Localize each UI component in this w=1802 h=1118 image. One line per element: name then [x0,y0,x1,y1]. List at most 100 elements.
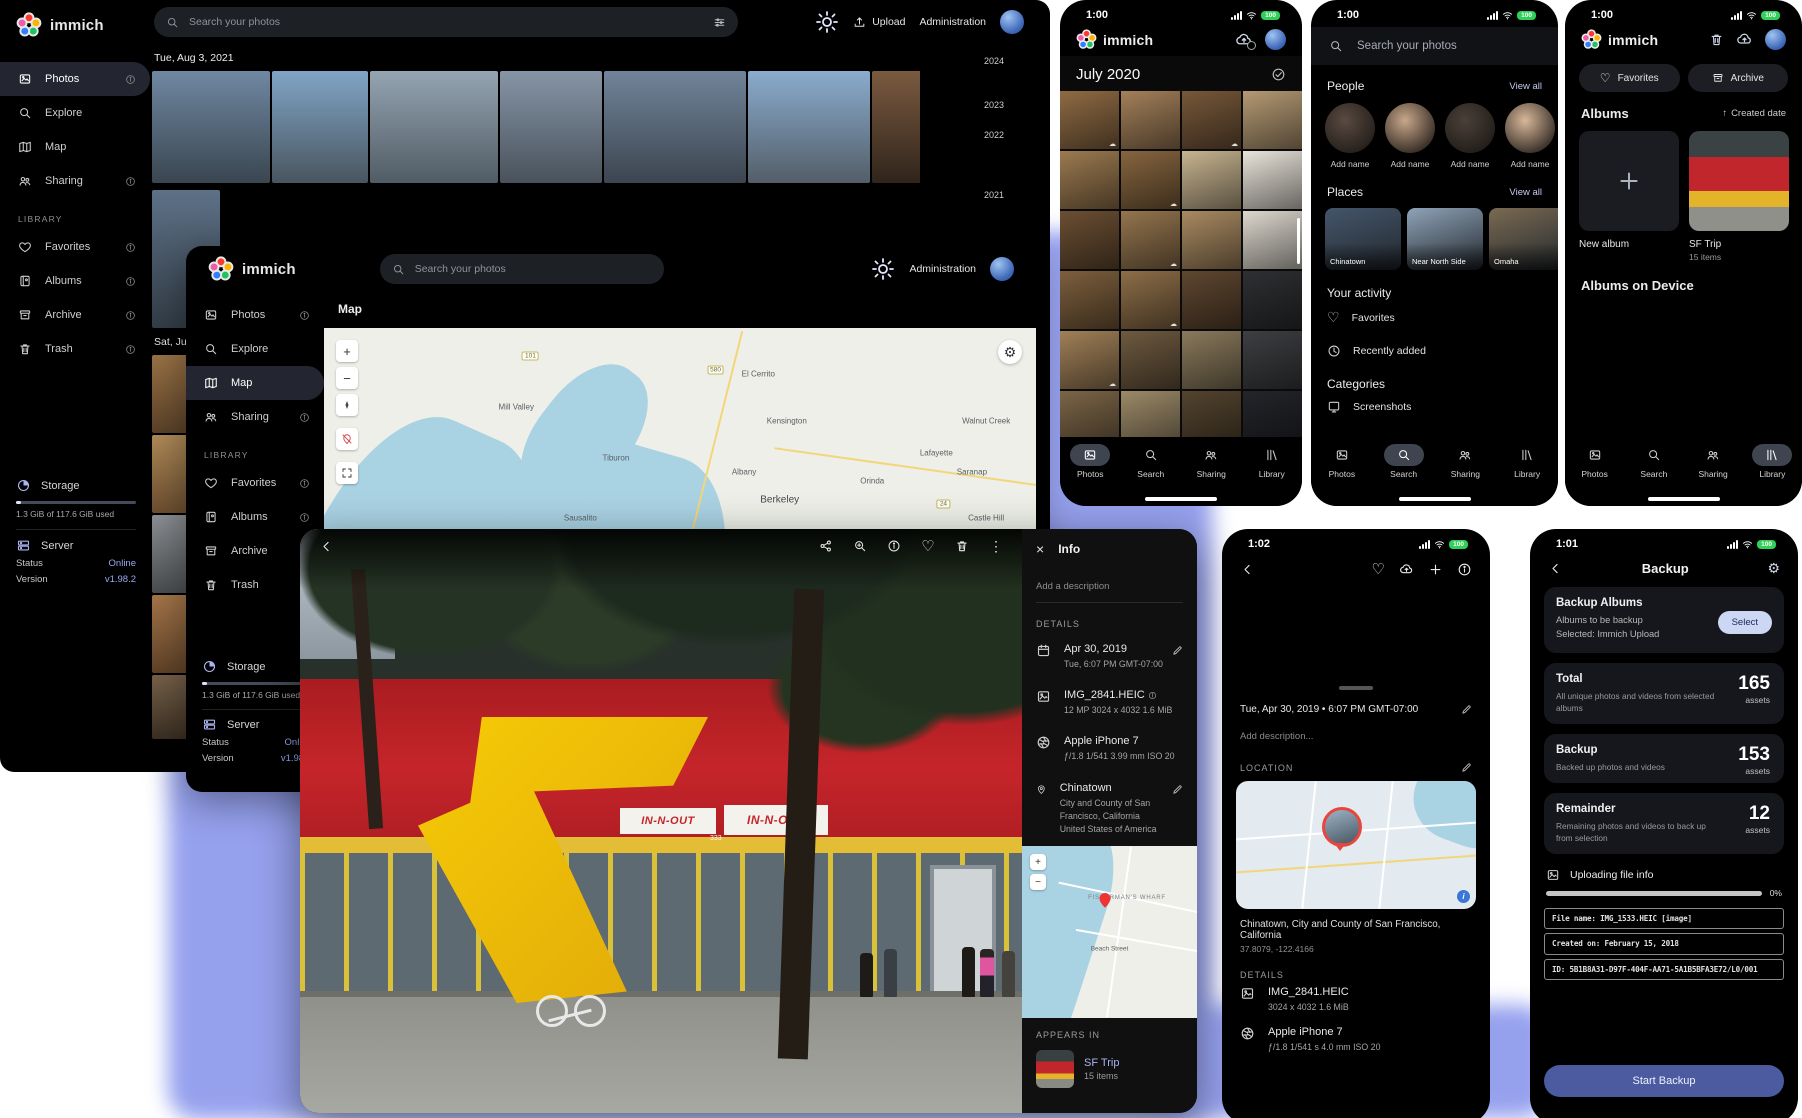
delete-button[interactable] [950,534,974,558]
more-button[interactable]: ⋮ [984,534,1008,558]
map-fullscreen-button[interactable] [336,462,358,484]
sidebar-item-photos[interactable]: Photos [186,298,324,332]
search-input[interactable]: Search your photos [154,7,738,37]
photo-thumbnail[interactable]: ☁ [1121,391,1180,443]
theme-toggle-icon[interactable] [871,257,895,281]
map-location-off-button[interactable] [336,428,358,450]
home-indicator[interactable] [1145,497,1217,501]
select-month-icon[interactable] [1271,67,1286,82]
share-button[interactable] [814,534,838,558]
sidebar-item-explore[interactable]: Explore [186,332,324,366]
start-backup-button[interactable]: Start Backup [1544,1065,1784,1097]
photo-thumbnail[interactable] [1182,331,1241,389]
add-name-label[interactable]: Add name [1331,159,1370,169]
photo-thumbnail[interactable]: ☁ [1121,271,1180,329]
nav-sharing[interactable]: Sharing [1687,444,1739,479]
scrollbar-thumb[interactable] [1297,218,1300,264]
photo-thumbnail[interactable] [1243,211,1302,269]
minimap-zoom-out[interactable]: − [1030,874,1046,890]
back-button[interactable] [314,534,338,558]
immich-logo[interactable]: immich [208,256,296,282]
favorite-button[interactable]: ♡ [916,534,940,558]
home-indicator[interactable] [1648,497,1720,501]
nav-search[interactable]: Search [1628,444,1680,479]
cloud-upload-icon[interactable] [1399,562,1414,577]
nav-library[interactable]: Library [1746,444,1798,479]
edit-datetime-icon[interactable] [1461,704,1472,715]
photo-thumbnail[interactable] [1060,391,1119,443]
photo-thumbnail[interactable] [1243,391,1302,443]
place-tile[interactable]: Chinatown [1325,208,1401,270]
photo-thumbnail[interactable] [748,71,870,183]
avatar[interactable] [1765,29,1786,50]
archive-button[interactable]: Archive [1688,64,1789,92]
photo-thumbnail[interactable] [1243,271,1302,329]
sidebar-item-photos[interactable]: Photos [0,62,150,96]
nav-photos[interactable]: Photos [1316,444,1368,479]
location-map[interactable]: i [1236,781,1476,909]
place-tile[interactable]: Near North Side [1407,208,1483,270]
favorites-button[interactable]: ♡Favorites [1579,64,1680,92]
map-zoom-in-button[interactable]: + [336,340,358,362]
cloud-upload-icon[interactable] [1736,31,1753,48]
add-name-label[interactable]: Add name [1451,159,1490,169]
info-minimap[interactable]: FISHERMAN'S WHARF Beach Street + − [1022,846,1197,1018]
sidebar-item-favorites[interactable]: Favorites [0,230,150,264]
photo-thumbnail[interactable]: ☁ [1121,211,1180,269]
person-item[interactable]: Add name [1445,103,1495,169]
sidebar-item-map[interactable]: Map [186,366,324,400]
photo-thumbnail[interactable] [1182,271,1241,329]
nav-sharing[interactable]: Sharing [1185,444,1237,479]
nav-search[interactable]: Search [1378,444,1430,479]
nav-photos[interactable]: Photos [1569,444,1621,479]
sidebar-item-archive[interactable]: Archive [0,298,150,332]
nav-search[interactable]: Search [1125,444,1177,479]
photo-thumbnail[interactable] [1060,271,1119,329]
back-icon[interactable] [1240,562,1255,577]
back-icon[interactable] [1548,561,1563,576]
place-tile[interactable]: Omaha [1489,208,1558,270]
people-view-all[interactable]: View all [1509,81,1542,92]
add-icon[interactable] [1428,562,1443,577]
add-name-label[interactable]: Add name [1511,159,1550,169]
photo-thumbnail[interactable]: ☁ [1121,151,1180,209]
description-input[interactable]: Add a description [1036,581,1183,592]
photo-in-n-out[interactable]: IN-N-OUT IN-N-OUT 333 [300,529,1022,1113]
new-album-tile[interactable]: New album [1579,131,1679,262]
home-indicator[interactable] [1399,497,1471,501]
sidebar-item-sharing[interactable]: Sharing [0,164,150,198]
photo-thumbnail[interactable] [1182,151,1241,209]
upload-button[interactable]: Upload [853,16,905,29]
nav-library[interactable]: Library [1246,444,1298,479]
photo-thumbnail[interactable] [370,71,498,183]
photo-thumbnail[interactable] [1121,91,1180,149]
photo-thumbnail[interactable] [1182,391,1241,443]
photo-thumbnail[interactable]: ☁ [1182,91,1241,149]
photo-thumbnail[interactable] [604,71,746,183]
photo-area[interactable] [1222,586,1490,682]
album-name[interactable]: SF Trip [1084,1057,1119,1069]
search-input[interactable]: Search your photos [1311,27,1558,65]
nav-library[interactable]: Library [1501,444,1553,479]
close-info-button[interactable]: × [1036,541,1044,557]
avatar[interactable] [990,257,1014,281]
sheet-drag-handle[interactable] [1339,686,1373,690]
person-item[interactable]: Add name [1385,103,1435,169]
favorites-row[interactable]: ♡Favorites [1311,300,1558,335]
photo-thumbnail[interactable] [1060,211,1119,269]
backup-cloud-button[interactable] [1235,31,1253,49]
edit-location-icon[interactable] [1461,762,1472,773]
settings-gear-icon[interactable]: ⚙ [1767,560,1780,577]
photo-thumbnail[interactable] [872,71,920,183]
photo-thumbnail[interactable] [1243,91,1302,149]
person-item[interactable]: Add name [1325,103,1375,169]
album-tile-sf-trip[interactable]: SF Trip 15 items [1689,131,1789,262]
filter-icon[interactable] [713,16,726,29]
zoom-button[interactable] [848,534,872,558]
photo-thumbnail[interactable] [1243,331,1302,389]
edit-date-icon[interactable] [1172,645,1183,656]
sidebar-item-explore[interactable]: Explore [0,96,150,130]
map-compass-button[interactable] [336,394,358,416]
map-settings-button[interactable]: ⚙ [998,340,1022,364]
map-zoom-out-button[interactable]: − [336,367,358,389]
